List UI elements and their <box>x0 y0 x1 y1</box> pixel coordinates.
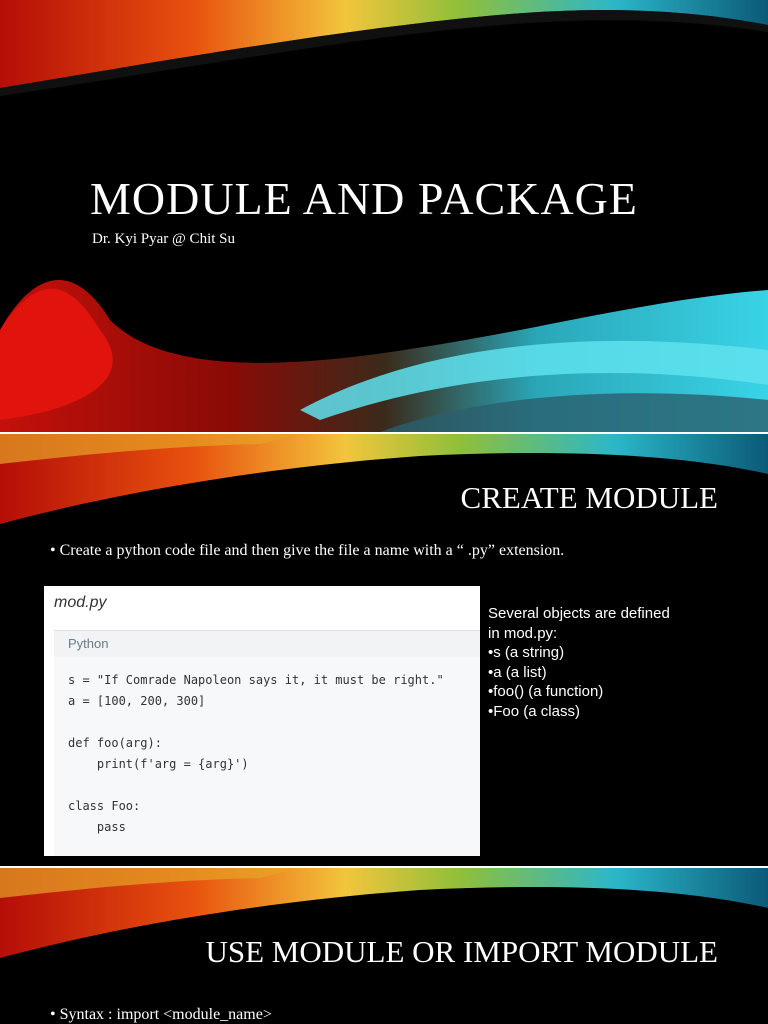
code-line: class Foo: <box>68 799 141 813</box>
code-language-label: Python <box>68 636 109 651</box>
bullet-text: • Create a python code file and then giv… <box>50 542 565 559</box>
code-line: a = [100, 200, 300] <box>68 694 206 708</box>
create-module-slide: CREATE MODULE • Create a python code fil… <box>0 434 768 866</box>
slide-title: MODULE AND PACKAGE <box>90 173 638 224</box>
title-slide: MODULE AND PACKAGE Dr. Kyi Pyar @ Chit S… <box>0 0 768 432</box>
notes-line: in mod.py: <box>488 624 558 642</box>
import-module-slide: USE MODULE OR IMPORT MODULE • Syntax : i… <box>0 868 768 1024</box>
code-body: s = "If Comrade Napoleon says it, it mus… <box>54 657 480 856</box>
notes-line: •s (a string) <box>488 644 565 661</box>
code-snippet: mod.py Python s = "If Comrade Napoleon s… <box>44 586 480 856</box>
slide-subtitle: Dr. Kyi Pyar @ Chit Su <box>92 231 235 247</box>
code-line: s = "If Comrade Napoleon says it, it mus… <box>68 673 444 687</box>
slide-title: USE MODULE OR IMPORT MODULE <box>205 934 718 969</box>
top-swoosh-decoration <box>0 868 768 958</box>
code-language-bar: Python <box>54 630 480 658</box>
notes-line: •a (a list) <box>488 663 547 681</box>
code-line: print(f'arg = {arg}') <box>68 757 249 771</box>
notes-line: Several objects are defined <box>488 605 670 622</box>
notes-line: •foo() (a function) <box>488 683 604 700</box>
code-line: pass <box>68 820 126 834</box>
code-filename: mod.py <box>54 594 107 611</box>
code-line: def foo(arg): <box>68 736 162 750</box>
notes-list: Several objects are defined in mod.py: •… <box>488 604 670 721</box>
notes-line: •Foo (a class) <box>488 702 580 720</box>
slide-title: CREATE MODULE <box>460 480 718 515</box>
bullet-text: • Syntax : import <module_name> <box>50 1006 272 1023</box>
